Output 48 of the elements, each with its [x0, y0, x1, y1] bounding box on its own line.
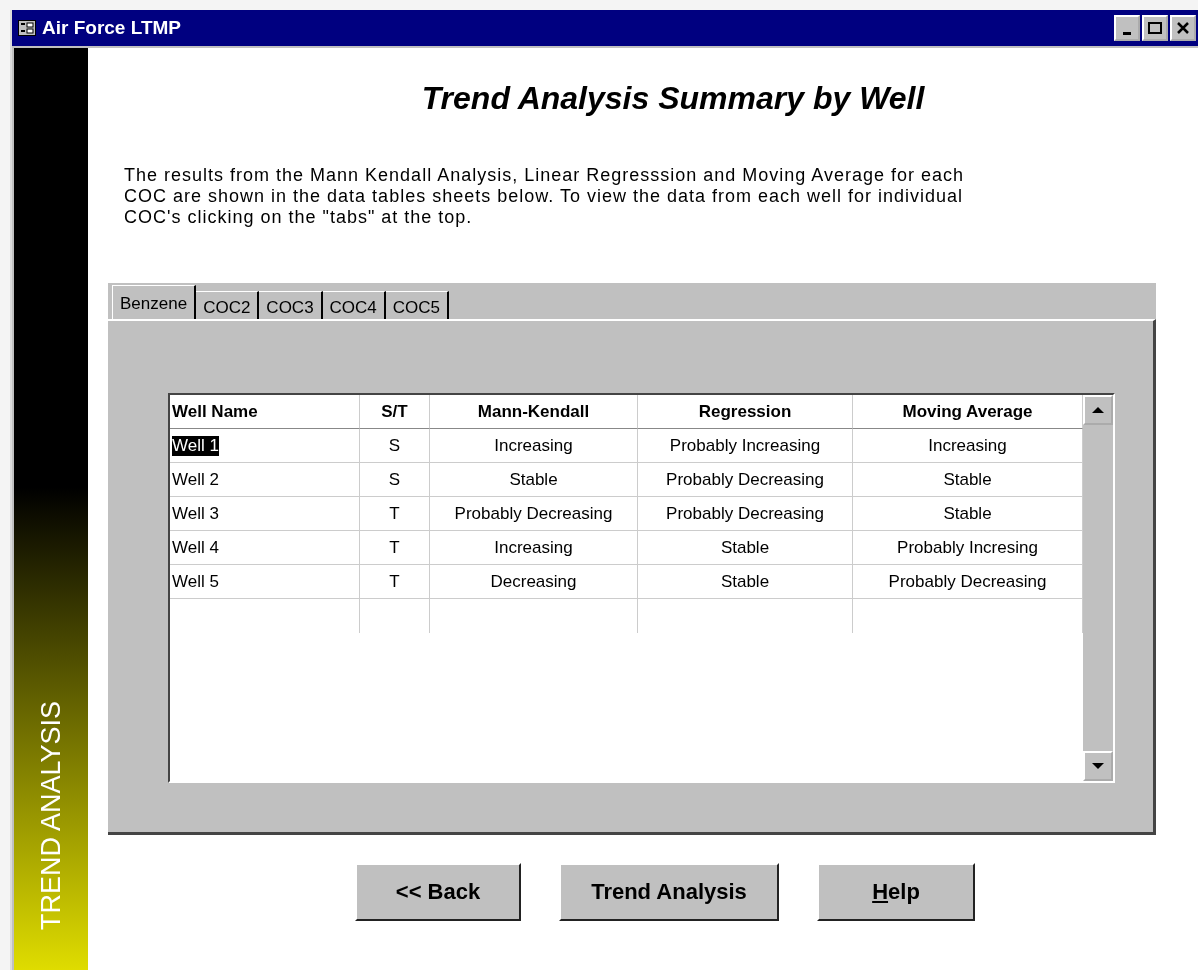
table-cell: Well 4	[170, 531, 360, 565]
table-cell: Decreasing	[430, 565, 638, 599]
scroll-down-button[interactable]	[1083, 751, 1113, 781]
table-cell: Well 2	[170, 463, 360, 497]
up-arrow-icon	[1092, 406, 1104, 414]
form-icon	[18, 20, 36, 36]
table-cell: T	[360, 531, 430, 565]
close-button[interactable]	[1170, 15, 1196, 41]
table-cell: S	[360, 429, 430, 463]
selected-cell-text[interactable]: Well 1	[172, 435, 219, 456]
table-cell: Stable	[638, 565, 853, 599]
column-header: Regression	[638, 395, 853, 429]
form-heading: Trend Analysis Summary by Well	[420, 80, 925, 117]
scrollbar[interactable]	[1083, 395, 1113, 781]
sidebar-label: TREND ANALYSIS	[35, 700, 67, 930]
window-title: Air Force LTMP	[42, 17, 182, 39]
tab[interactable]: COC3	[259, 291, 323, 319]
table-cell: Probably Increasing	[638, 429, 853, 463]
column-header: Well Name	[170, 395, 360, 429]
table-cell: Probably Decreasing	[430, 497, 638, 531]
minimize-icon	[1123, 32, 1131, 35]
down-arrow-icon	[1092, 762, 1104, 770]
minimize-button[interactable]	[1114, 15, 1140, 41]
table-cell: Increasing	[430, 429, 638, 463]
tab[interactable]: Benzene	[112, 285, 197, 319]
table-cell: T	[360, 565, 430, 599]
tab[interactable]: COC5	[385, 291, 450, 319]
tab[interactable]: COC4	[322, 291, 386, 319]
tab[interactable]: COC2	[196, 291, 260, 319]
maximize-icon	[1148, 22, 1162, 34]
table-cell: Increasing	[430, 531, 638, 565]
command-button[interactable]: Trend Analysis	[559, 863, 779, 921]
table-cell: T	[360, 497, 430, 531]
table-cell: Stable	[430, 463, 638, 497]
table-cell: Probably Decreasing	[638, 463, 853, 497]
command-button[interactable]: Help	[817, 863, 975, 921]
table-cell: Well 5	[170, 565, 360, 599]
maximize-button[interactable]	[1142, 15, 1168, 41]
close-icon	[1177, 22, 1189, 34]
table-cell: S	[360, 463, 430, 497]
table-cell: Well 3	[170, 497, 360, 531]
scroll-up-button[interactable]	[1083, 395, 1113, 425]
command-button[interactable]: << Back	[355, 863, 521, 921]
column-header: S/T	[360, 395, 430, 429]
table-cell: Probably Decreasing	[638, 497, 853, 531]
table-cell: Stable	[638, 531, 853, 565]
description-text: The results from the Mann Kendall Analysis, Linear Regresssion and Moving Average for each COC are shown in the data tables sheets below. To view the data from each well for individual COC's clicking on the "tabs" at the top.	[124, 165, 966, 228]
column-header: Mann-Kendall	[430, 395, 638, 429]
